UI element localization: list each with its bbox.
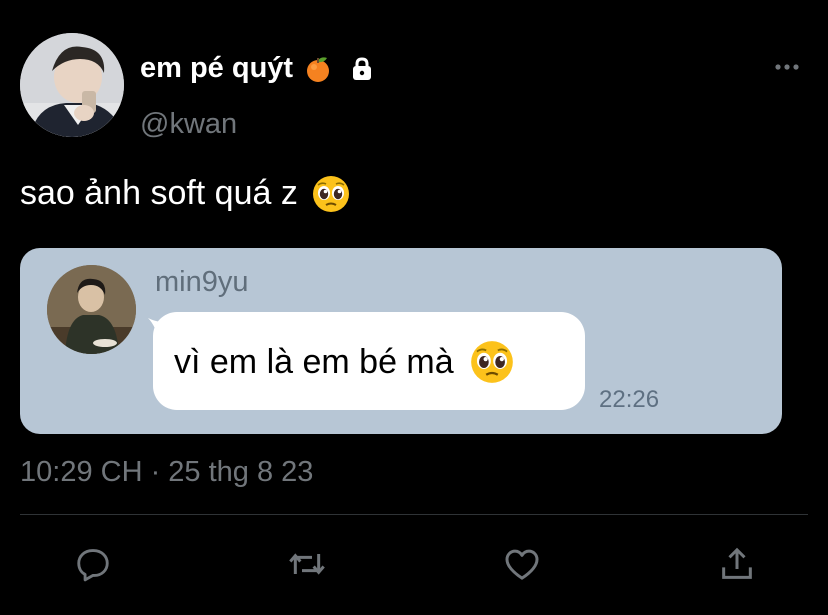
like-icon [505,549,539,580]
orange-emoji [307,56,330,82]
sender-avatar-image [47,265,136,354]
author-avatar-image [20,33,124,137]
author-avatar[interactable] [20,33,124,137]
message-time: 22:26 [599,386,660,413]
pleading-face-emoji [470,341,513,383]
more-options-icon[interactable] [773,60,801,74]
retweet-icon [289,553,325,575]
message-text-row: vì em là em bé mà [174,340,514,384]
share-icon [722,547,752,579]
author-display-name-row[interactable]: em pé quýt [140,52,375,85]
lock-icon [353,56,372,80]
sender-name: min9yu [155,266,249,298]
retweet-button[interactable] [286,543,328,585]
share-button[interactable] [716,543,758,585]
pleading-face-emoji [312,175,349,212]
like-button[interactable] [501,543,543,585]
reply-button[interactable] [72,543,114,585]
author-display-name[interactable]: em pé quýt [140,52,293,85]
attached-image[interactable]: min9yu vì em là em bé mà 22:26 [20,248,782,434]
tweet-text-row: sao ảnh soft quá z [20,174,350,213]
tweet-text: sao ảnh soft quá z [20,174,298,212]
reply-icon [77,549,109,582]
message-text: vì em là em bé mà [174,342,454,381]
divider [20,514,808,515]
sender-avatar [47,265,136,354]
tweet-timestamp[interactable]: 10:29 CH · 25 thg 8 23 [20,456,313,489]
author-handle[interactable]: @kwan [140,108,237,141]
